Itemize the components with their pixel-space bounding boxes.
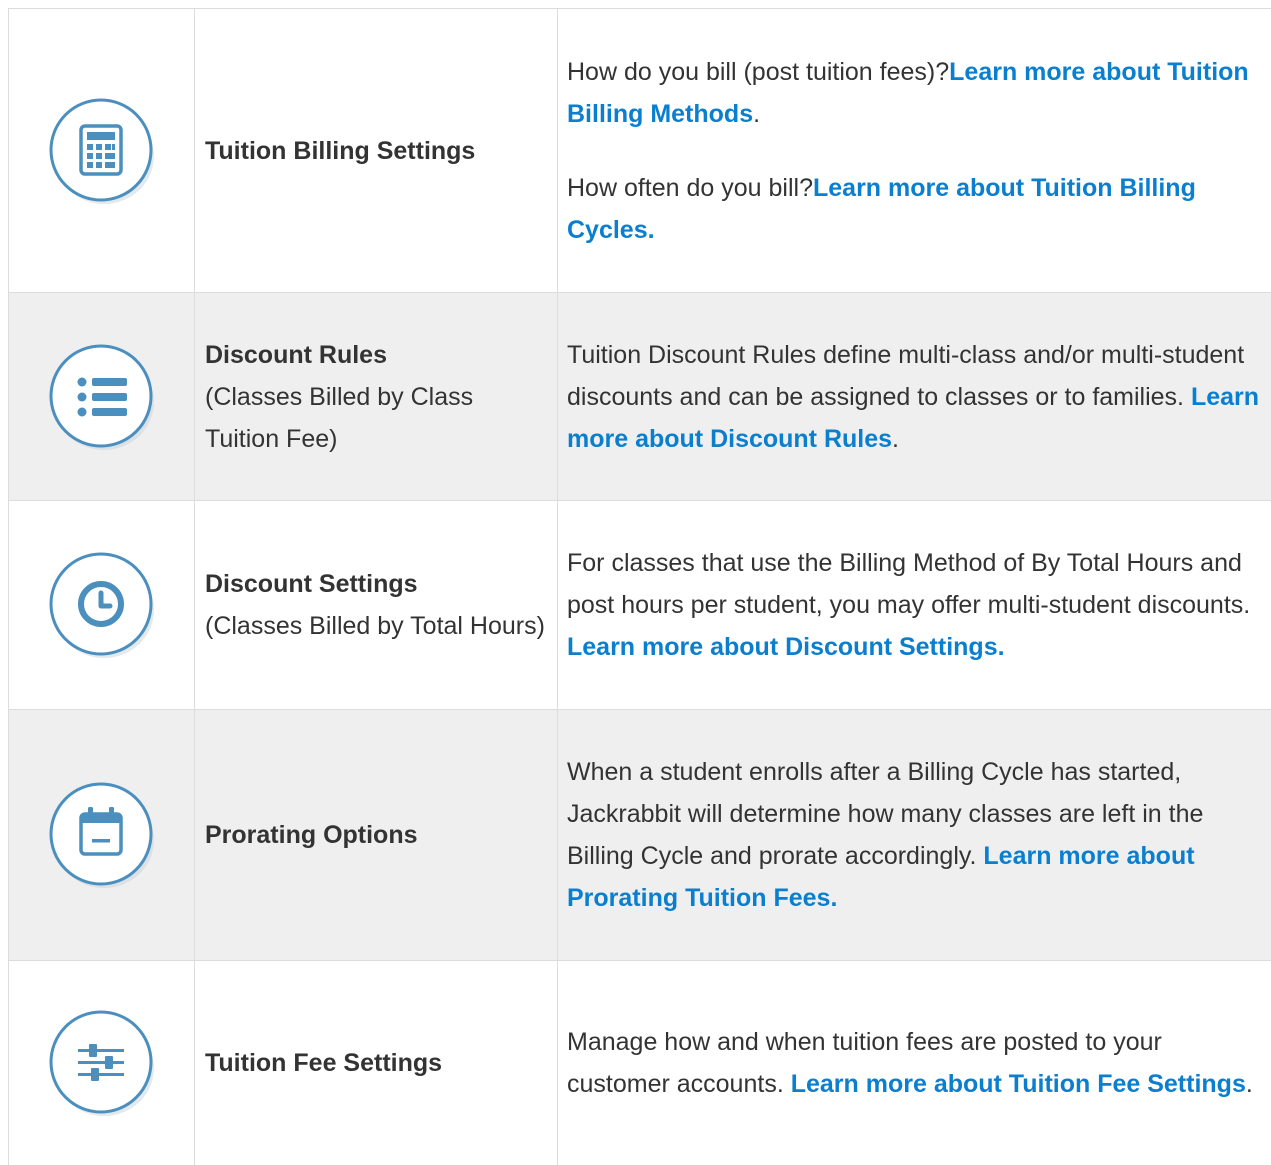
setting-description-cell: For classes that use the Billing Method … <box>558 501 1271 710</box>
list-icon <box>47 342 157 452</box>
icon-cell <box>9 961 195 1165</box>
learn-more-discount-settings-link[interactable]: Learn more about Discount Settings. <box>567 633 1005 661</box>
icon-cell <box>9 501 195 710</box>
table-row: Tuition Billing Settings How do you bill… <box>9 9 1271 293</box>
setting-name: Tuition Billing Settings <box>205 130 547 172</box>
description-text: . <box>1246 1070 1253 1098</box>
description-text: For classes that use the Billing Method … <box>567 549 1250 619</box>
setting-name-cell: Tuition Billing Settings <box>195 9 558 293</box>
description-paragraph: For classes that use the Billing Method … <box>567 542 1267 668</box>
icon-cell <box>9 9 195 293</box>
setting-name-cell: Discount Settings (Classes Billed by Tot… <box>195 501 558 710</box>
calendar-icon <box>47 780 157 890</box>
setting-name-cell: Tuition Fee Settings <box>195 961 558 1165</box>
description-text: . <box>753 100 760 128</box>
description-paragraph: How do you bill (post tuition fees)?Lear… <box>567 51 1267 135</box>
setting-description-cell: How do you bill (post tuition fees)?Lear… <box>558 9 1271 293</box>
setting-name-cell: Prorating Options <box>195 710 558 961</box>
description-paragraph: Manage how and when tuition fees are pos… <box>567 1021 1267 1105</box>
description-paragraph: When a student enrolls after a Billing C… <box>567 751 1267 919</box>
setting-subtitle: (Classes Billed by Class Tuition Fee) <box>205 376 547 460</box>
table-row: Discount Settings (Classes Billed by Tot… <box>9 501 1271 710</box>
setting-subtitle: (Classes Billed by Total Hours) <box>205 605 547 647</box>
settings-table: Tuition Billing Settings How do you bill… <box>8 8 1271 1165</box>
learn-more-tuition-fee-settings-link[interactable]: Learn more about Tuition Fee Settings <box>791 1070 1246 1098</box>
table-row: Discount Rules (Classes Billed by Class … <box>9 293 1271 501</box>
setting-name: Discount Rules <box>205 334 547 376</box>
calculator-icon <box>47 96 157 206</box>
table-row: Tuition Fee Settings Manage how and when… <box>9 961 1271 1165</box>
setting-description-cell: Manage how and when tuition fees are pos… <box>558 961 1271 1165</box>
setting-description-cell: When a student enrolls after a Billing C… <box>558 710 1271 961</box>
description-paragraph: Tuition Discount Rules define multi-clas… <box>567 334 1267 460</box>
description-paragraph: How often do you bill?Learn more about T… <box>567 167 1267 251</box>
clock-icon <box>47 550 157 660</box>
icon-cell <box>9 293 195 501</box>
setting-name: Discount Settings <box>205 563 547 605</box>
setting-name: Prorating Options <box>205 814 547 856</box>
description-text: How often do you bill? <box>567 174 813 202</box>
table-row: Prorating Options When a student enrolls… <box>9 710 1271 961</box>
setting-name-cell: Discount Rules (Classes Billed by Class … <box>195 293 558 501</box>
setting-name: Tuition Fee Settings <box>205 1042 547 1084</box>
sliders-icon <box>47 1008 157 1118</box>
setting-description-cell: Tuition Discount Rules define multi-clas… <box>558 293 1271 501</box>
description-text: How do you bill (post tuition fees)? <box>567 58 949 86</box>
description-text: . <box>892 425 899 453</box>
description-text: Tuition Discount Rules define multi-clas… <box>567 341 1244 411</box>
icon-cell <box>9 710 195 961</box>
